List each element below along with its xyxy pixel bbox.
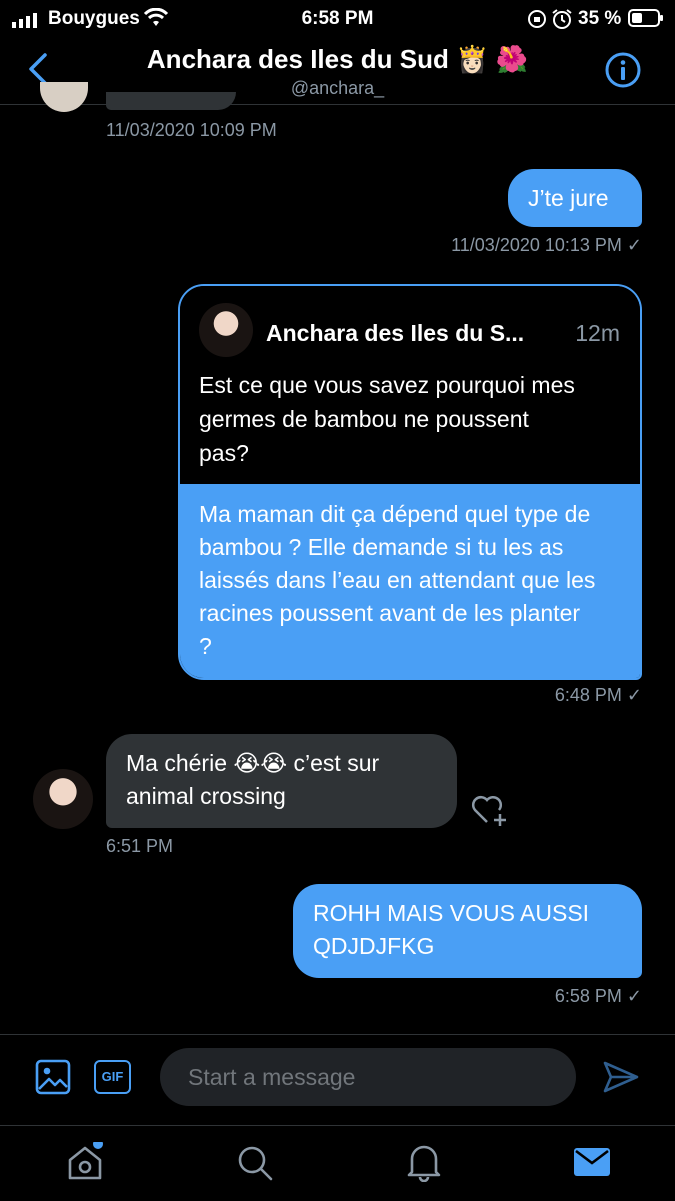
message-text: J’te jure [528,185,609,211]
send-icon[interactable] [602,1060,640,1099]
battery-icon [628,8,664,34]
quoted-tweet-author: Anchara des Iles du S... [266,320,525,346]
messages-envelope-icon[interactable] [573,1146,611,1183]
quoted-tweet-card[interactable]: Anchara des Iles du S... 12m Est ce que … [178,284,642,680]
gif-label: GIF [101,1069,124,1084]
message-timestamp: 11/03/2020 10:09 PM [106,120,277,140]
avatar[interactable] [33,769,93,829]
heart-plus-icon[interactable] [470,792,510,833]
outgoing-message-bubble[interactable]: Ma maman dit ça dépend quel type de bamb… [180,484,640,678]
message-timestamp: 6:58 PM ✓ [554,986,642,1006]
conversation-header: Anchara des Iles du Sud 👸🏻 🌺 @anchara_ [0,40,675,105]
search-icon[interactable] [236,1144,274,1187]
home-icon[interactable] [65,1139,105,1187]
quoted-tweet-age: 12m [575,320,620,346]
avatar [199,303,253,357]
conversation-handle[interactable]: @anchara_ [0,78,675,99]
conversation-title[interactable]: Anchara des Iles du Sud 👸🏻 🌺 [0,44,675,75]
notifications-bell-icon[interactable] [406,1142,442,1187]
incoming-message-bubble[interactable]: Ma chérie 😭😭 c’est sur animal crossing [106,734,457,828]
outgoing-message-bubble[interactable]: J’te jure [508,169,642,227]
message-input[interactable]: Start a message [160,1048,576,1106]
message-timestamp: 6:51 PM [106,836,174,856]
bottom-navigation [0,1125,675,1201]
message-input-placeholder: Start a message [188,1064,356,1090]
message-timestamp: 6:48 PM ✓ [554,685,642,705]
orientation-lock-icon [527,9,547,35]
image-icon[interactable] [35,1059,71,1100]
clock-time: 6:58 PM [301,8,374,29]
gif-button[interactable]: GIF [94,1060,131,1094]
quoted-tweet[interactable]: Anchara des Iles du S... 12m Est ce que … [180,286,640,484]
message-text: Ma chérie 😭😭 c’est sur animal crossing [126,750,380,809]
alarm-icon [551,8,573,36]
message-timestamp: 11/03/2020 10:13 PM ✓ [451,235,642,255]
message-text: Ma maman dit ça dépend quel type de bamb… [199,501,596,659]
quoted-tweet-text: Est ce que vous savez pourquoi mes germe… [199,372,575,466]
partial-incoming-bubble [106,92,236,110]
avatar[interactable] [40,82,88,112]
info-icon[interactable] [604,51,642,94]
message-text: ROHH MAIS VOUS AUSSI QDJDJFKG [313,900,590,959]
battery-percent: 35 % [578,8,622,29]
outgoing-message-bubble[interactable]: ROHH MAIS VOUS AUSSI QDJDJFKG [293,884,642,978]
status-bar: Bouygues 6:58 PM 35 % [0,0,675,40]
divider [0,1034,675,1035]
